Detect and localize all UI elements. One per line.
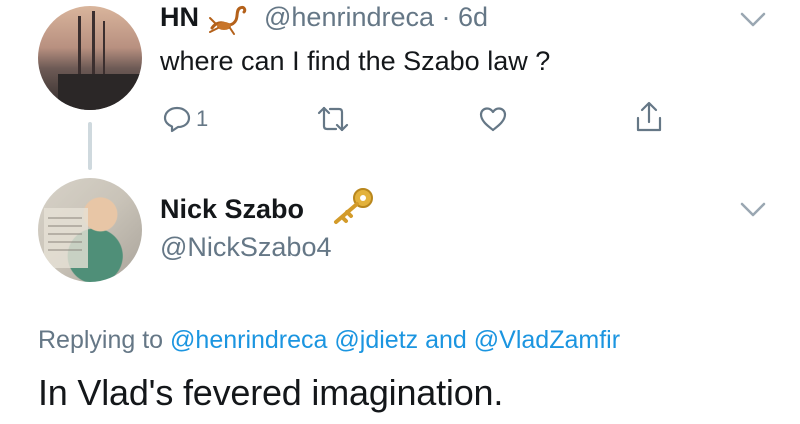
replying-to-line: Replying to @henrindreca @jdietz and @Vl… (38, 326, 620, 355)
mention-link[interactable]: @jdietz (334, 326, 418, 354)
reply-button[interactable]: 1 (162, 104, 208, 134)
author-handle[interactable]: @henrindreca (264, 2, 434, 32)
retweet-button[interactable] (316, 104, 350, 134)
author-name[interactable]: HN (160, 2, 199, 33)
chevron-down-icon[interactable] (740, 12, 766, 33)
chevron-down-icon[interactable] (740, 202, 766, 223)
heart-icon (479, 107, 507, 132)
mention-link[interactable]: @VladZamfir (474, 326, 620, 354)
reply-icon (163, 106, 191, 133)
reply-count: 1 (196, 106, 209, 131)
share-button[interactable] (634, 100, 664, 134)
mention-link[interactable]: @henrindreca (170, 326, 327, 354)
replying-to-label: Replying to (38, 326, 164, 354)
author-handle[interactable]: @NickSzabo4 (160, 232, 331, 263)
avatar[interactable] (38, 178, 142, 282)
tweet-text: where can I find the Szabo law ? (160, 46, 551, 76)
retweet-icon (317, 106, 349, 132)
mention-joiner[interactable]: and (425, 326, 467, 354)
avatar-photo-icon (44, 208, 88, 268)
scorpion-icon (206, 0, 250, 36)
author-name[interactable]: Nick Szabo (160, 194, 304, 225)
timestamp[interactable]: · 6d (442, 2, 489, 32)
tweet-text: In Vlad's fevered imagination. (38, 372, 504, 413)
key-icon (330, 186, 376, 228)
share-icon (636, 101, 662, 132)
avatar-photo-icon (58, 11, 142, 110)
avatar[interactable] (38, 6, 142, 110)
thread-connector (88, 122, 92, 170)
like-button[interactable] (478, 104, 508, 134)
